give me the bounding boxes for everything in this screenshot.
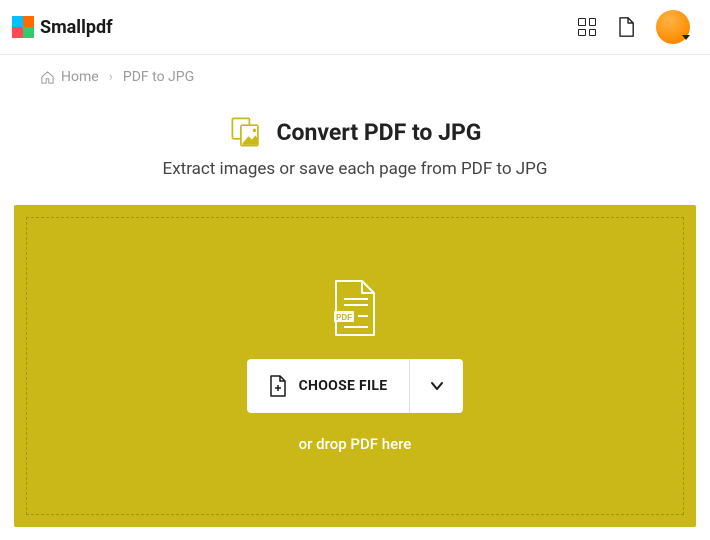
choose-file-label: CHOOSE FILE <box>299 378 388 394</box>
page-subtitle: Extract images or save each page from PD… <box>0 159 710 179</box>
svg-text:PDF: PDF <box>336 313 352 322</box>
breadcrumb-home-link[interactable]: Home <box>40 69 99 85</box>
breadcrumb-separator: › <box>109 69 113 85</box>
add-file-icon <box>269 375 287 397</box>
pdf-file-icon: PDF <box>332 279 378 337</box>
brand-logo-icon <box>12 16 34 38</box>
document-icon[interactable] <box>618 17 634 37</box>
breadcrumb: Home › PDF to JPG <box>0 55 710 85</box>
home-icon <box>40 70 55 85</box>
user-avatar-menu[interactable] <box>656 10 690 44</box>
apps-grid-icon[interactable] <box>578 18 596 36</box>
brand-name: Smallpdf <box>40 17 113 38</box>
choose-file-button[interactable]: CHOOSE FILE <box>247 359 410 413</box>
chevron-down-icon <box>430 379 444 393</box>
page-title: Convert PDF to JPG <box>277 119 482 146</box>
upload-dropzone[interactable]: PDF CHOOSE FILE or drop PDF here <box>14 205 696 527</box>
breadcrumb-current: PDF to JPG <box>123 69 194 85</box>
pdf-to-jpg-icon <box>229 115 263 149</box>
breadcrumb-home-label: Home <box>61 69 99 85</box>
drop-hint: or drop PDF here <box>299 435 412 453</box>
brand-logo-link[interactable]: Smallpdf <box>12 16 113 38</box>
choose-file-source-dropdown[interactable] <box>409 359 463 413</box>
